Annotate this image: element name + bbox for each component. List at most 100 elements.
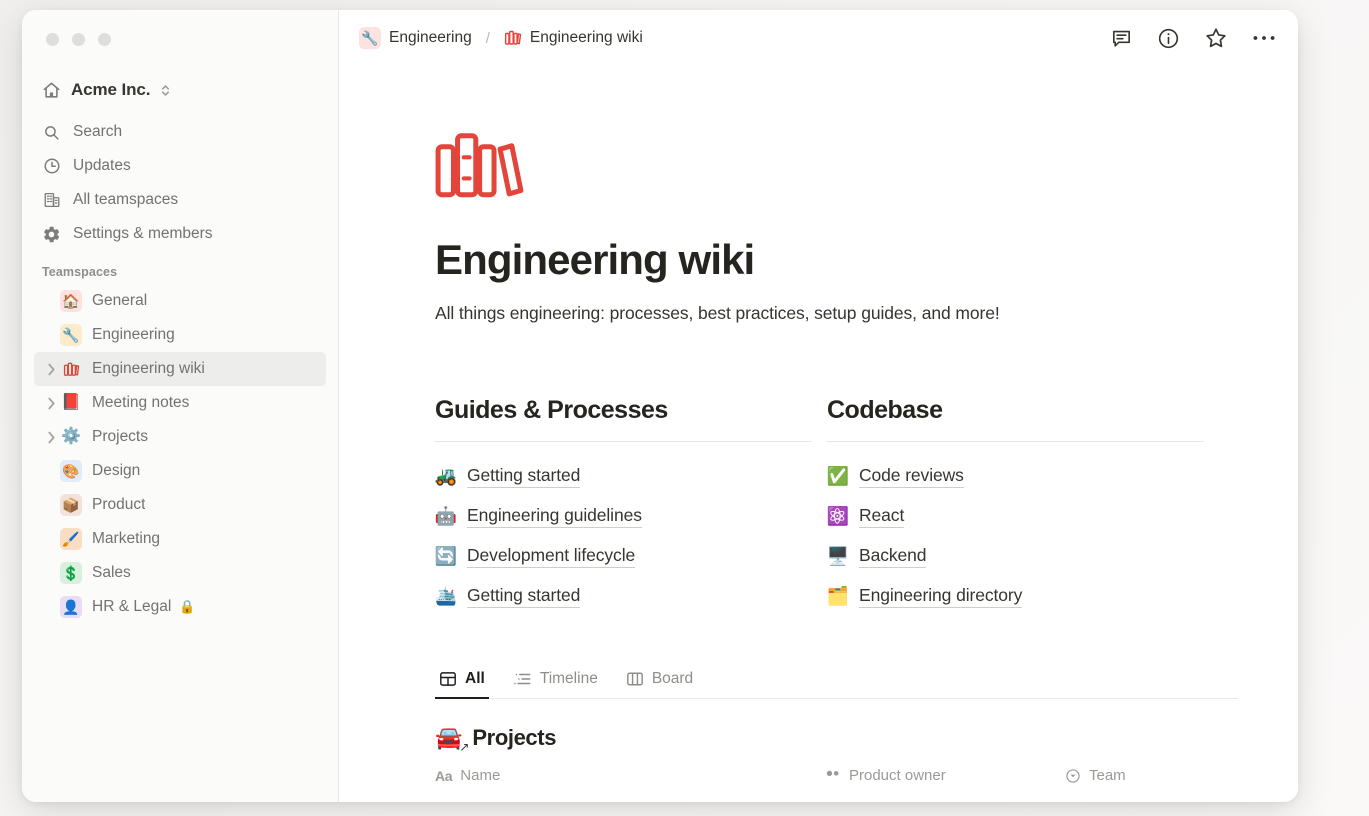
tab-board[interactable]: Board bbox=[622, 664, 697, 699]
column-guides-processes: Guides & Processes 🚜 Getting started 🤖 E… bbox=[435, 396, 812, 616]
chevron-right-icon[interactable] bbox=[42, 363, 60, 376]
sidebar-item-all-teamspaces[interactable]: All teamspaces bbox=[34, 183, 326, 217]
sidebar-item-label: Meeting notes bbox=[92, 394, 190, 411]
column-header-name[interactable]: Aa Name bbox=[435, 767, 825, 784]
list-item[interactable]: 🚜 Getting started bbox=[435, 456, 812, 496]
chevron-right-icon[interactable] bbox=[42, 397, 60, 410]
home-icon bbox=[42, 81, 61, 100]
page-link-label: Code reviews bbox=[859, 465, 964, 488]
main-area: 🔧 Engineering / Engineering wiki Enginee… bbox=[339, 10, 1298, 802]
teamspace-emoji: 🏠 bbox=[60, 290, 82, 312]
sidebar-item-settings-members[interactable]: Settings & members bbox=[34, 217, 326, 251]
sidebar-item-search[interactable]: Search bbox=[34, 115, 326, 149]
desktop-computer-icon: 🖥️ bbox=[826, 546, 850, 567]
more-options-icon[interactable] bbox=[1252, 34, 1276, 42]
tab-label: Timeline bbox=[539, 670, 598, 688]
breadcrumb-item-engineering-wiki[interactable]: Engineering wiki bbox=[498, 26, 649, 50]
sidebar-item-engineering[interactable]: 🔧 Engineering bbox=[34, 318, 326, 352]
sidebar-item-meeting-notes[interactable]: 📕 Meeting notes bbox=[34, 386, 326, 420]
list-item[interactable]: 🛳️ Getting started bbox=[435, 576, 812, 616]
sidebar-item-label: General bbox=[92, 292, 148, 309]
column-header-team[interactable]: Team bbox=[1065, 767, 1265, 784]
teamspaces-list: 🏠 General 🔧 Engineering Engineering wiki… bbox=[22, 284, 338, 624]
link-list: 🚜 Getting started 🤖 Engineering guidelin… bbox=[435, 456, 812, 616]
database-title[interactable]: 🚘 ↗ Projects bbox=[435, 725, 1238, 754]
sidebar-item-projects[interactable]: ⚙️ Projects bbox=[34, 420, 326, 454]
teamspace-emoji: 📦 bbox=[60, 494, 82, 516]
breadcrumb: 🔧 Engineering / Engineering wiki bbox=[353, 24, 649, 52]
column-codebase: Codebase ✅ Code reviews ⚛️ React 🖥️ Back… bbox=[827, 396, 1204, 616]
page-link-label: Engineering guidelines bbox=[467, 505, 642, 528]
app-window: Acme Inc. Search Updates All teamspaces … bbox=[22, 10, 1298, 802]
sidebar-item-design[interactable]: 🎨 Design bbox=[34, 454, 326, 488]
sidebar-item-product[interactable]: 📦 Product bbox=[34, 488, 326, 522]
zoom-window-button[interactable] bbox=[98, 33, 111, 46]
star-icon[interactable] bbox=[1204, 26, 1228, 50]
breadcrumb-label: Engineering bbox=[389, 29, 472, 46]
books-icon bbox=[504, 29, 522, 47]
teamspace-emoji: 👤 bbox=[60, 596, 82, 618]
car-icon: 🚘 ↗ bbox=[435, 725, 469, 754]
sidebar-item-label: Search bbox=[73, 123, 123, 140]
list-item[interactable]: 🗂️ Engineering directory bbox=[827, 576, 1204, 616]
breadcrumb-item-engineering[interactable]: 🔧 Engineering bbox=[353, 24, 478, 52]
sidebar-item-updates[interactable]: Updates bbox=[34, 149, 326, 183]
gear-icon bbox=[42, 225, 61, 244]
database-view-tabs: All Timeline Board bbox=[435, 664, 1238, 700]
database-name: Projects bbox=[472, 725, 557, 751]
workspace-name: Acme Inc. bbox=[71, 80, 151, 99]
sidebar-item-label: Settings & members bbox=[73, 225, 213, 242]
sidebar-item-label: Projects bbox=[92, 428, 148, 445]
screen: Acme Inc. Search Updates All teamspaces … bbox=[0, 0, 1369, 816]
notebook-icon: 📕 bbox=[61, 394, 81, 411]
list-icon bbox=[513, 670, 532, 688]
tab-timeline[interactable]: Timeline bbox=[509, 664, 602, 699]
ship-icon: 🛳️ bbox=[434, 586, 458, 607]
tab-label: All bbox=[465, 670, 485, 688]
sidebar-item-engineering-wiki[interactable]: Engineering wiki bbox=[34, 352, 326, 386]
link-list: ✅ Code reviews ⚛️ React 🖥️ Backend 🗂️ En… bbox=[827, 456, 1204, 616]
page-title: Engineering wiki bbox=[435, 236, 755, 283]
car-emoji: 🚘 bbox=[435, 725, 463, 751]
books-icon[interactable] bbox=[435, 130, 531, 200]
robot-icon: 🤖 bbox=[434, 506, 458, 527]
sidebar-item-marketing[interactable]: 🖌️ Marketing bbox=[34, 522, 326, 556]
page-link-label: Getting started bbox=[467, 585, 580, 608]
tab-all[interactable]: All bbox=[435, 664, 489, 700]
sidebar-item-label: HR & Legal bbox=[92, 598, 172, 615]
sidebar-item-general[interactable]: 🏠 General bbox=[34, 284, 326, 318]
chevron-right-icon[interactable] bbox=[42, 431, 60, 444]
board-icon bbox=[626, 670, 644, 688]
teamspace-emoji: 💲 bbox=[60, 562, 82, 584]
info-icon[interactable] bbox=[1157, 27, 1180, 50]
page-link-label: Getting started bbox=[467, 465, 580, 488]
page-link-label: Development lifecycle bbox=[467, 545, 635, 568]
list-item[interactable]: 🖥️ Backend bbox=[827, 536, 1204, 576]
sidebar-item-hr-legal[interactable]: 👤 HR & Legal 🔒 bbox=[34, 590, 326, 624]
select-icon bbox=[1065, 768, 1081, 784]
sidebar-item-label: Engineering wiki bbox=[92, 360, 205, 377]
close-window-button[interactable] bbox=[46, 33, 59, 46]
comment-icon[interactable] bbox=[1110, 27, 1133, 50]
list-item[interactable]: 🤖 Engineering guidelines bbox=[435, 496, 812, 536]
sidebar: Acme Inc. Search Updates All teamspaces … bbox=[22, 10, 339, 802]
sidebar-item-sales[interactable]: 💲 Sales bbox=[34, 556, 326, 590]
sidebar-item-label: All teamspaces bbox=[73, 191, 179, 208]
workspace-switcher[interactable]: Acme Inc. bbox=[34, 75, 326, 105]
column-heading: Codebase bbox=[827, 396, 943, 425]
page-link-label: Engineering directory bbox=[859, 585, 1022, 608]
list-item[interactable]: 🔄 Development lifecycle bbox=[435, 536, 812, 576]
person-icon bbox=[825, 769, 841, 783]
page-link-label: Backend bbox=[859, 545, 927, 568]
column-header-label: Name bbox=[460, 767, 501, 785]
list-item[interactable]: ⚛️ React bbox=[827, 496, 1204, 536]
column-header-product-owner[interactable]: Product owner bbox=[825, 767, 1065, 784]
list-item[interactable]: ✅ Code reviews bbox=[827, 456, 1204, 496]
buildings-icon bbox=[42, 191, 61, 210]
minimize-window-button[interactable] bbox=[72, 33, 85, 46]
wrench-icon: 🔧 bbox=[359, 27, 381, 49]
sidebar-item-label: Design bbox=[92, 462, 141, 479]
books-icon bbox=[60, 358, 82, 380]
page-subtitle: All things engineering: processes, best … bbox=[435, 303, 1000, 324]
teamspace-emoji: 🖌️ bbox=[60, 528, 82, 550]
